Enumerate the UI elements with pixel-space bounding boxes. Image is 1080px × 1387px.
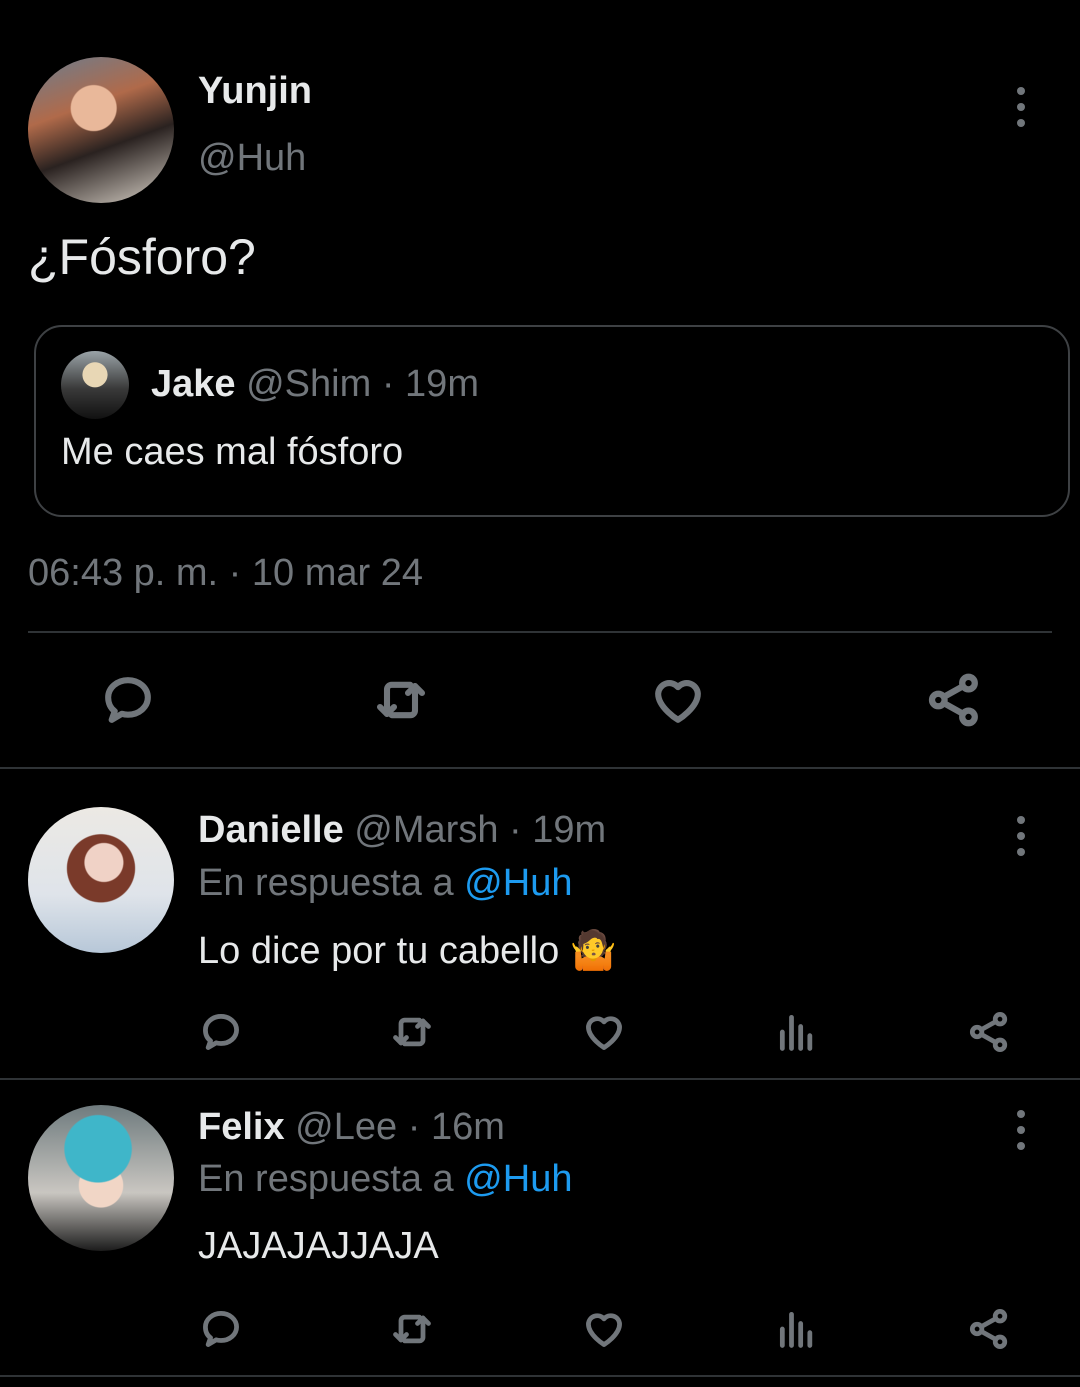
quote-separator: · [381, 363, 395, 405]
more-options-icon[interactable] [1011, 1110, 1031, 1150]
like-icon[interactable] [580, 1304, 628, 1354]
reply-prefix: En respuesta a [198, 862, 454, 904]
avatar[interactable] [28, 807, 174, 953]
tweet-actions [0, 1007, 1080, 1057]
author-handle[interactable]: @Huh [198, 137, 306, 180]
share-icon[interactable] [965, 1304, 1013, 1354]
reply-context: En respuesta a @Huh [198, 862, 572, 905]
tweet-actions [0, 1304, 1080, 1354]
like-icon[interactable] [580, 1007, 628, 1057]
quote-avatar [61, 351, 129, 419]
reply-header: Danielle @Marsh · 19m [198, 809, 606, 852]
reply-icon[interactable] [96, 668, 160, 732]
tweet-actions [0, 668, 1080, 732]
divider [0, 1375, 1080, 1377]
reply-mention-link[interactable]: @Huh [464, 1158, 572, 1200]
tweet-timestamp[interactable]: 06:43 p. m. · 10 mar 24 [28, 552, 423, 595]
author-handle: @Lee [295, 1106, 398, 1148]
separator: · [407, 1106, 421, 1148]
quote-text: Me caes mal fósforo [61, 431, 404, 473]
tweet-detail-page: Yunjin @Huh ¿Fósforo? Jake @Shim · 19m M… [0, 0, 1080, 1387]
author-name[interactable]: Yunjin [198, 70, 312, 113]
reply-tweet[interactable]: Danielle @Marsh · 19m En respuesta a @Hu… [0, 769, 1080, 1078]
divider [28, 631, 1052, 633]
reply-icon[interactable] [197, 1007, 245, 1057]
tweet-text: JAJAJAJJAJA [198, 1225, 439, 1267]
retweet-icon[interactable] [369, 668, 433, 732]
tweet-text: Lo dice por tu cabello 🤷 [198, 930, 618, 972]
reply-prefix: En respuesta a [198, 1158, 454, 1200]
quote-author-handle: @Shim [246, 363, 372, 405]
analytics-icon[interactable] [773, 1007, 821, 1057]
more-options-icon[interactable] [1011, 87, 1031, 127]
reply-header: Felix @Lee · 16m [198, 1106, 505, 1149]
reply-mention-link[interactable]: @Huh [464, 862, 572, 904]
share-icon[interactable] [965, 1007, 1013, 1057]
tweet-time: 16m [430, 1106, 505, 1148]
reply-context: En respuesta a @Huh [198, 1158, 572, 1201]
main-tweet: Yunjin @Huh ¿Fósforo? Jake @Shim · 19m M… [0, 0, 1080, 768]
retweet-icon[interactable] [387, 1304, 437, 1354]
quoted-tweet[interactable]: Jake @Shim · 19m Me caes mal fósforo [34, 325, 1070, 517]
avatar[interactable] [28, 57, 174, 203]
quote-time: 19m [405, 363, 479, 405]
retweet-icon[interactable] [387, 1007, 437, 1057]
avatar[interactable] [28, 1105, 174, 1251]
like-icon[interactable] [646, 668, 710, 732]
reply-tweet[interactable]: Felix @Lee · 16m En respuesta a @Huh JAJ… [0, 1080, 1080, 1375]
author-name[interactable]: Danielle [198, 809, 344, 851]
reply-icon[interactable] [197, 1304, 245, 1354]
quote-author-name: Jake [151, 363, 236, 405]
tweet-text: ¿Fósforo? [28, 229, 256, 285]
share-icon[interactable] [922, 668, 986, 732]
analytics-icon[interactable] [773, 1304, 821, 1354]
more-options-icon[interactable] [1011, 816, 1031, 856]
separator: · [509, 809, 522, 851]
author-handle: @Marsh [354, 809, 499, 851]
tweet-time: 19m [532, 809, 607, 851]
quote-header: Jake @Shim · 19m [151, 363, 479, 406]
author-name[interactable]: Felix [198, 1106, 285, 1148]
